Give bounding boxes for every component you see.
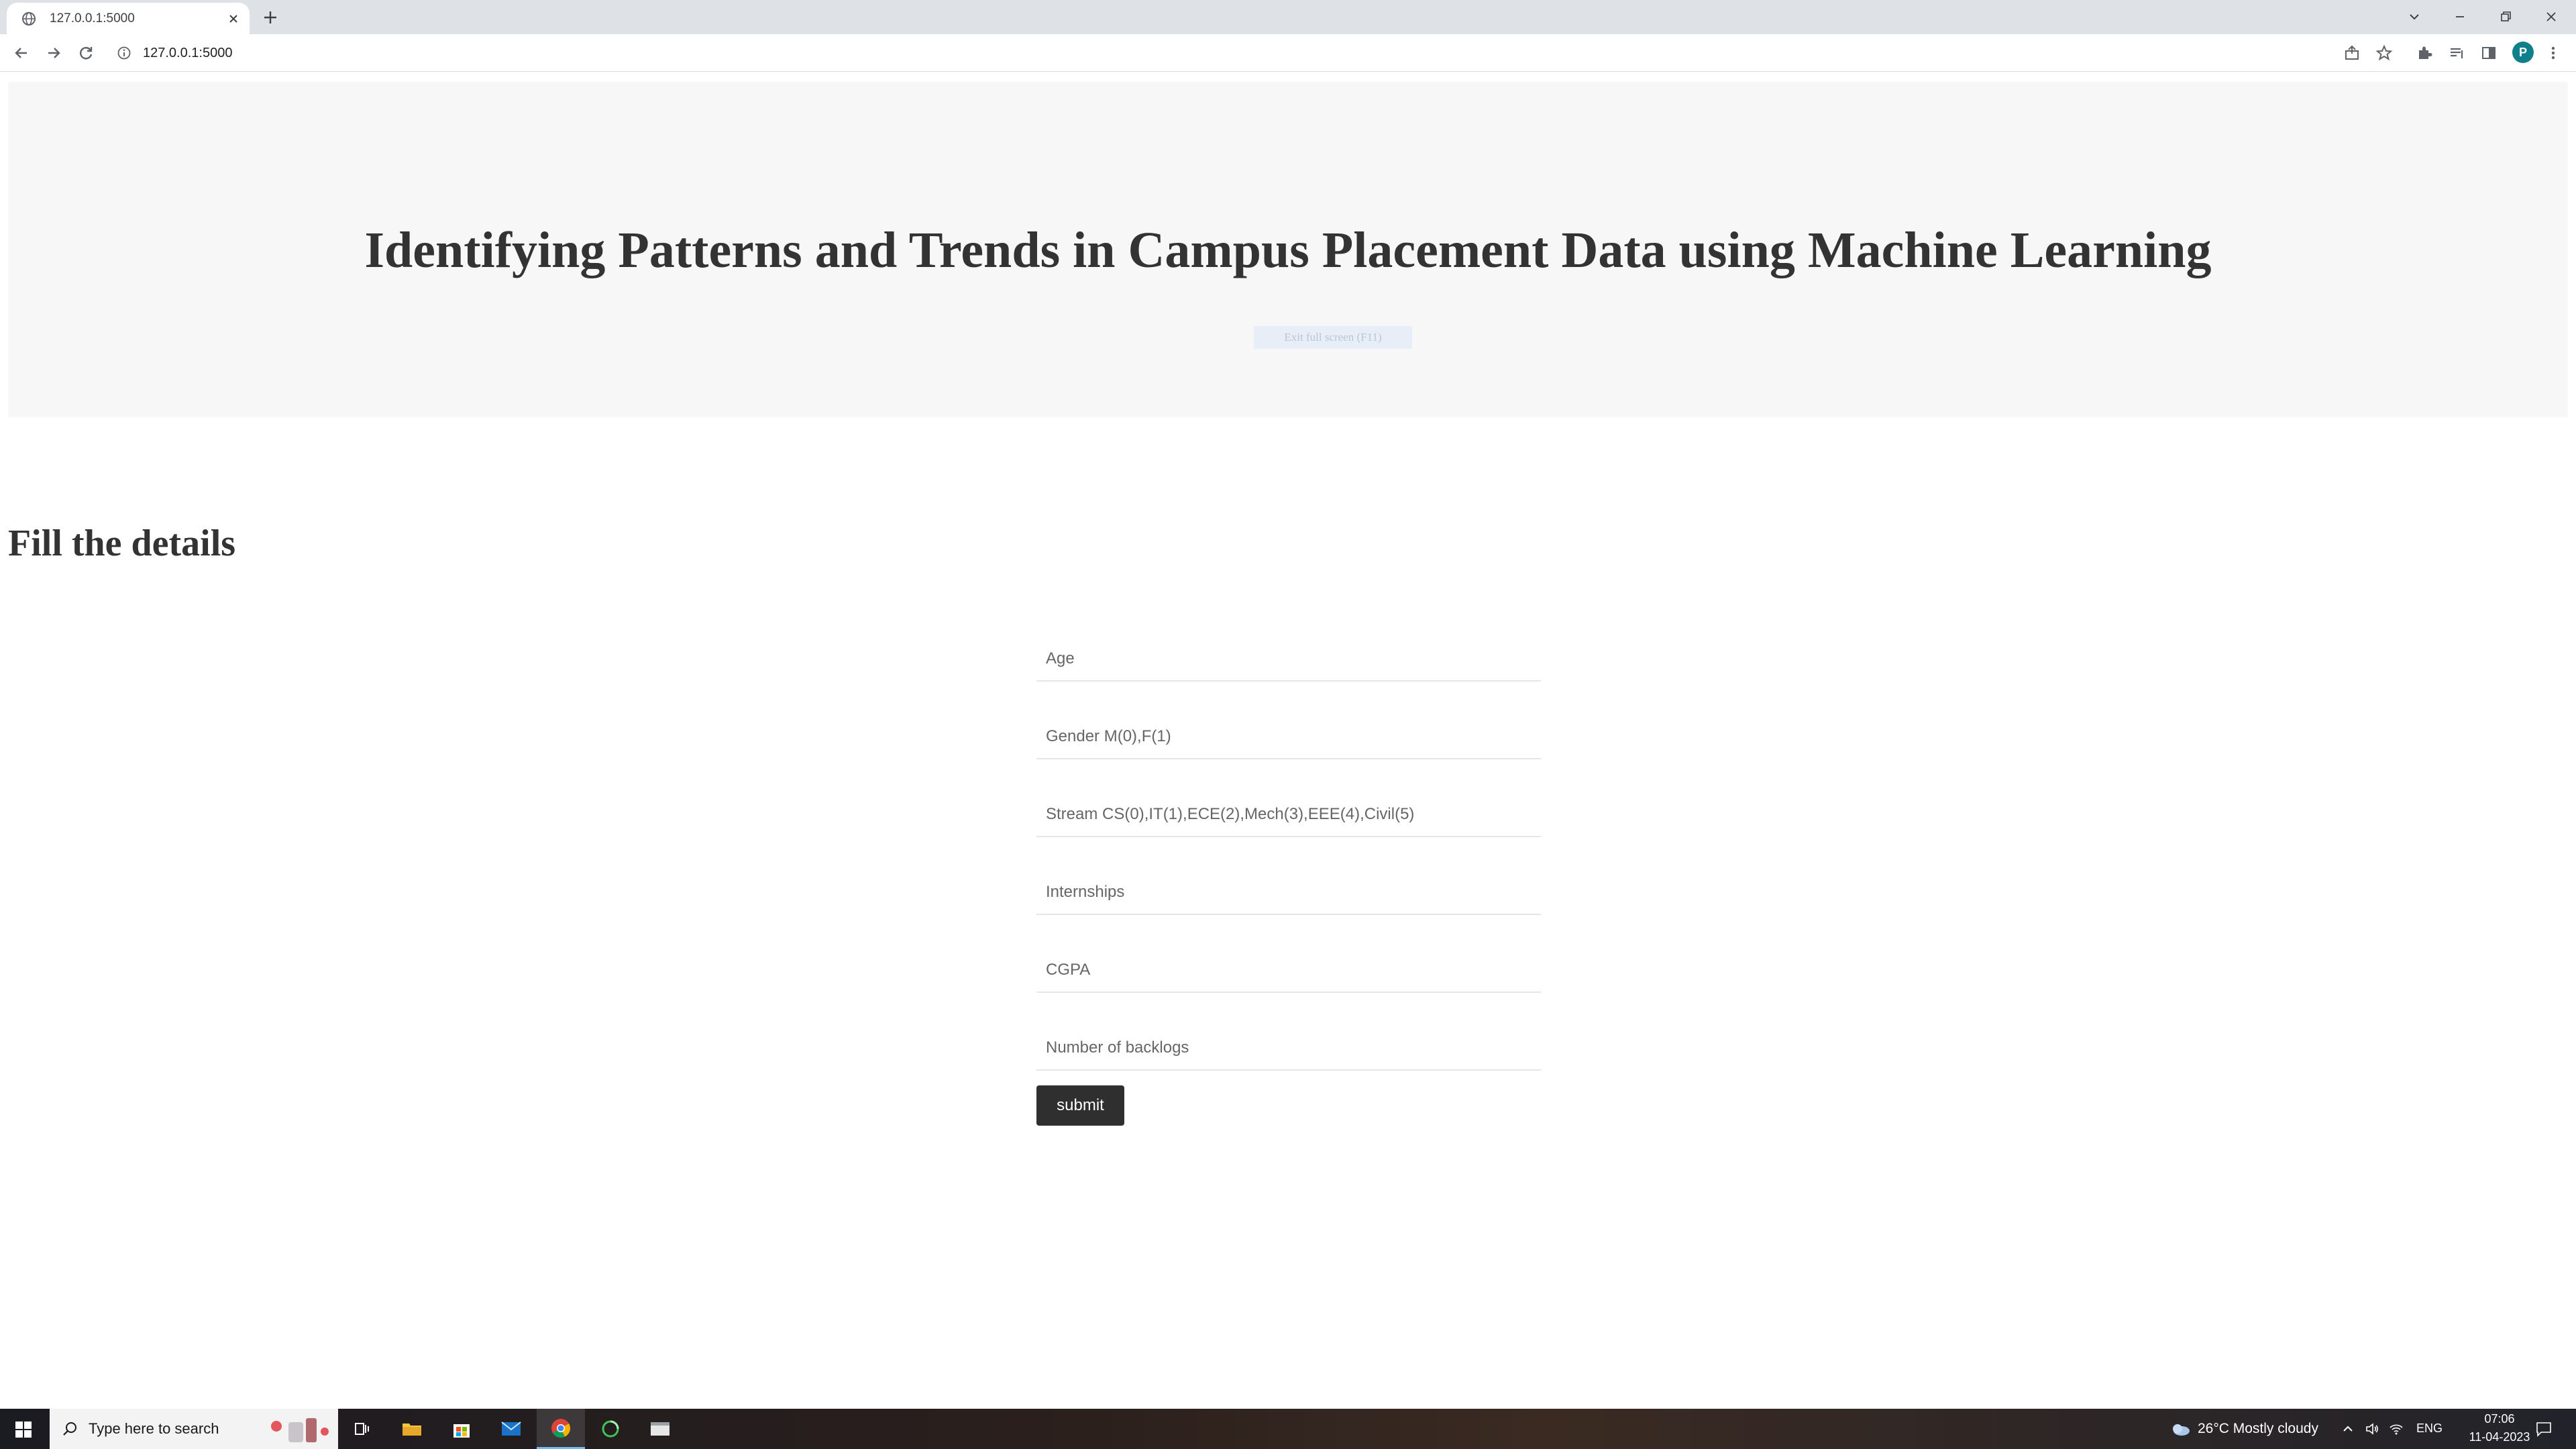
gender-input[interactable] <box>1036 715 1541 759</box>
taskbar-search-box[interactable]: Type here to search <box>50 1409 338 1449</box>
browser-toolbar: 127.0.0.1:5000 P <box>0 34 2576 72</box>
clock-time[interactable]: 07:06 <box>2467 1412 2532 1426</box>
stream-input[interactable] <box>1036 793 1541 837</box>
microsoft-store-icon[interactable] <box>437 1409 486 1449</box>
menu-kebab-icon[interactable] <box>2544 44 2563 62</box>
reading-list-icon[interactable] <box>2447 44 2466 62</box>
search-placeholder: Type here to search <box>89 1420 219 1437</box>
form-heading: Fill the details <box>8 523 236 564</box>
clock-date[interactable]: 11-04-2023 <box>2453 1430 2546 1444</box>
new-tab-icon[interactable] <box>262 9 279 26</box>
profile-avatar[interactable]: P <box>2512 42 2534 63</box>
site-info-icon[interactable] <box>117 46 131 60</box>
url-text[interactable]: 127.0.0.1:5000 <box>143 46 232 61</box>
wifi-icon[interactable] <box>2388 1421 2404 1437</box>
fullscreen-hint: Exit full screen (F11) <box>1254 326 1412 349</box>
bookmark-star-icon[interactable] <box>2375 44 2394 62</box>
back-arrow-icon[interactable] <box>12 44 31 62</box>
speaker-icon[interactable] <box>2364 1421 2380 1437</box>
extensions-puzzle-icon[interactable] <box>2415 44 2434 62</box>
cgpa-input[interactable] <box>1036 949 1541 993</box>
search-highlight-icon <box>271 1418 329 1442</box>
age-input[interactable] <box>1036 637 1541 682</box>
chrome-icon[interactable] <box>537 1409 585 1449</box>
internships-input[interactable] <box>1036 871 1541 915</box>
browser-tabstrip: 127.0.0.1:5000 <box>0 0 2576 34</box>
share-icon[interactable] <box>2343 44 2361 62</box>
browser-tab[interactable]: 127.0.0.1:5000 <box>7 3 250 34</box>
submit-button[interactable]: submit <box>1036 1085 1124 1126</box>
spinner-app-icon[interactable] <box>586 1409 635 1449</box>
mail-icon[interactable] <box>487 1409 535 1449</box>
windows-taskbar: Type here to search 26°C Mostly cloudy E… <box>0 1409 2576 1449</box>
reload-icon[interactable] <box>76 44 95 62</box>
web-page: Identifying Patterns and Trends in Campu… <box>0 72 2576 1409</box>
minimize-icon[interactable] <box>2450 7 2470 27</box>
globe-icon <box>22 12 36 25</box>
hero-banner: Identifying Patterns and Trends in Campu… <box>8 82 2568 417</box>
page-title: Identifying Patterns and Trends in Campu… <box>364 222 2212 278</box>
tab-search-chevron-icon[interactable] <box>2404 7 2424 27</box>
task-view-icon[interactable] <box>338 1409 386 1449</box>
language-indicator[interactable]: ENG <box>2416 1421 2443 1436</box>
address-bar[interactable]: 127.0.0.1:5000 <box>107 38 2368 68</box>
close-tab-icon[interactable] <box>225 11 241 27</box>
terminal-app-icon[interactable] <box>636 1409 684 1449</box>
weather-cloud-icon[interactable] <box>2168 1421 2192 1437</box>
backlogs-input[interactable] <box>1036 1026 1541 1071</box>
side-panel-icon[interactable] <box>2479 44 2498 62</box>
forward-arrow-icon[interactable] <box>44 44 63 62</box>
search-icon <box>63 1422 76 1436</box>
windows-start-icon[interactable] <box>15 1421 32 1438</box>
file-explorer-icon[interactable] <box>388 1409 436 1449</box>
restore-icon[interactable] <box>2496 7 2516 27</box>
close-window-icon[interactable] <box>2541 7 2561 27</box>
tab-title: 127.0.0.1:5000 <box>50 11 135 25</box>
show-hidden-icons-chevron-icon[interactable] <box>2340 1421 2356 1437</box>
notification-center-icon[interactable] <box>2534 1419 2553 1438</box>
weather-text[interactable]: 26°C Mostly cloudy <box>2198 1421 2318 1437</box>
